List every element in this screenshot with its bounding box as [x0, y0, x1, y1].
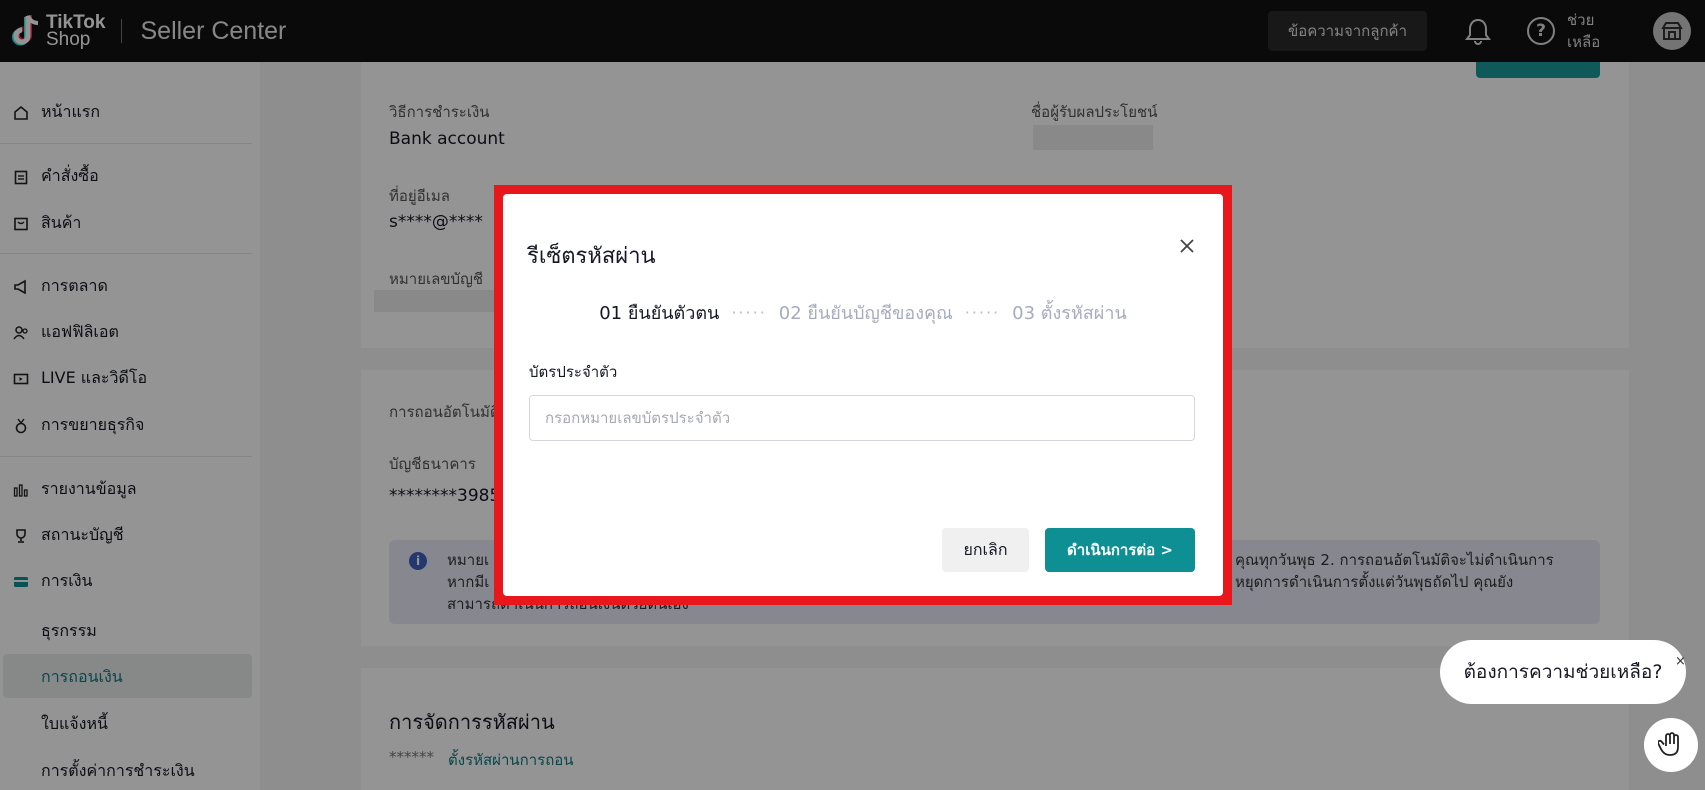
dialog-title: รีเซ็ตรหัสผ่าน [527, 244, 656, 269]
cancel-button[interactable]: ยกเลิก [942, 528, 1029, 572]
continue-button[interactable]: ดำเนินการต่อ > [1045, 528, 1195, 572]
close-icon[interactable] [1175, 234, 1199, 258]
step-separator: ····· [731, 303, 767, 322]
step-set-password: 03 ตั้งรหัสผ่าน [1012, 303, 1127, 324]
step-separator: ····· [964, 303, 1001, 322]
help-bubble-text: ต้องการความช่วยเหลือ? [1463, 661, 1663, 683]
id-card-label: บัตรประจำตัว [529, 363, 618, 381]
step-verify-identity: 01 ยืนยันตัวตน [599, 303, 720, 324]
reset-password-dialog: รีเซ็ตรหัสผ่าน 01 ยืนยันตัวตน ····· 02 ย… [503, 194, 1223, 596]
help-bubble-close-icon[interactable]: × [1675, 654, 1686, 669]
help-bubble[interactable]: ต้องการความช่วยเหลือ? [1440, 640, 1686, 704]
step-indicator: 01 ยืนยันตัวตน ····· 02 ยืนยันบัญชีของคุ… [503, 298, 1223, 327]
step-verify-account: 02 ยืนยันบัญชีของคุณ [778, 303, 953, 324]
hand-icon[interactable] [1644, 718, 1698, 772]
id-card-input[interactable] [529, 395, 1195, 441]
